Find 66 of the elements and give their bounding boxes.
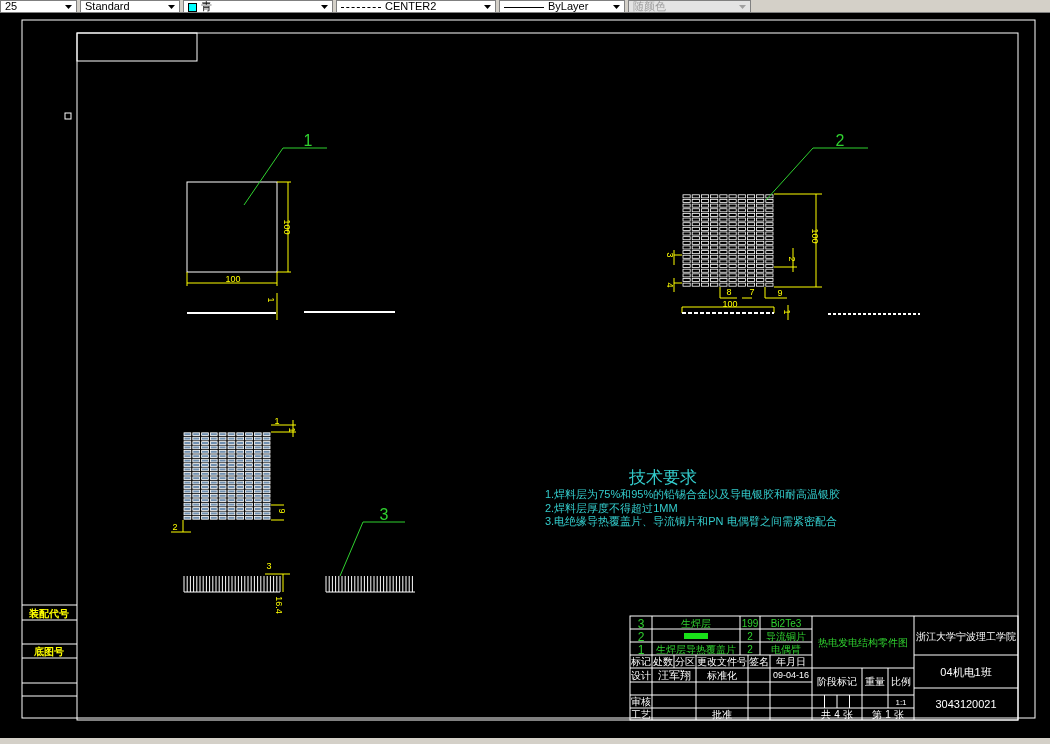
dimension-text: 1 [287, 427, 297, 433]
note-text: 1.焊料层为75%和95%的铅锡合金以及导电银胶和耐高温银胶 [545, 488, 841, 500]
part-number: 3 [379, 506, 389, 523]
dimension-text: 100 [810, 228, 820, 244]
column-heading: 签名 [749, 656, 769, 667]
dimension-text: 9 [777, 288, 783, 298]
dimension-text: 1 [274, 416, 280, 426]
part-number: 1 [303, 132, 313, 149]
part-material: 电偶臂 [771, 643, 801, 655]
dimension-text: 1 [266, 297, 276, 303]
part-material: 导流铜片 [766, 630, 806, 642]
dimension-text: 3 [266, 561, 272, 571]
title-block-text: 批准 [712, 709, 732, 720]
part-quantity: 199 [741, 617, 759, 629]
column-heading: 处数 [653, 656, 673, 667]
dimension-text: 8 [726, 287, 732, 297]
title-block-text: 汪军翔 [657, 669, 691, 681]
title-block-text: 重量 [865, 676, 885, 687]
title-block-text: 第 1 张 [872, 709, 904, 720]
part-row-number: 2 [637, 629, 645, 644]
drawing-title: 热电发电结构零件图 [818, 637, 908, 648]
dimension-text: 100 [282, 219, 292, 235]
notes-heading: 技术要求 [629, 468, 697, 487]
dimension-text: 4 [665, 282, 675, 288]
title-block-text: 标准化 [707, 670, 737, 681]
dimension-text: 100 [225, 274, 241, 284]
toolbar-dropdown[interactable]: Standard [80, 0, 180, 13]
note-text: 3.电绝缘导热覆盖片、导流铜片和PN 电偶臂之间需紧密配合 [545, 515, 837, 527]
title-block-text: 比例 [891, 676, 911, 687]
part-row-number: 1 [637, 642, 645, 657]
dimension-text: 3 [665, 252, 675, 258]
part-row-number: 3 [637, 616, 645, 631]
toolbar-dropdown[interactable]: CENTER2 [336, 0, 496, 13]
part-name: 生焊层 [681, 617, 711, 629]
margin-label: 底图号 [34, 646, 64, 657]
title-block-text: 共 4 张 [821, 709, 853, 720]
toolbar-dropdown[interactable]: ByLayer [499, 0, 625, 13]
part-material: Bi2Te3 [770, 617, 802, 629]
column-heading: 分区 [675, 656, 695, 667]
column-heading: 年月日 [776, 656, 806, 667]
dimension-text: 100 [722, 299, 738, 309]
title-block-text: 工艺 [631, 709, 651, 720]
part-quantity: 2 [747, 630, 753, 642]
column-heading: 更改文件号 [697, 656, 747, 667]
dimension-text: 9 [277, 508, 287, 514]
note-text: 2.焊料层厚度不得超过1MM [545, 501, 678, 514]
dimension-text: 7 [749, 287, 755, 297]
title-block-text: 浙江大学宁波理工学院 [916, 631, 1016, 642]
title-block-text: 审核 [631, 696, 651, 707]
dimension-text: 1 [782, 309, 792, 315]
dimension-text: 16.4 [274, 596, 284, 614]
dimension-text: 2 [172, 522, 178, 532]
dimension-text: 2 [787, 256, 797, 262]
part-quantity: 2 [747, 643, 753, 655]
toolbar-dropdown[interactable]: 25 [0, 0, 77, 13]
title-block-text: 设计 [631, 670, 651, 681]
title-block-text: 09-04-16 [773, 670, 809, 680]
margin-label: 装配代号 [29, 608, 69, 619]
title-block-text: 3043120021 [935, 698, 997, 710]
part-name: 生焊层导热覆盖片 [656, 643, 736, 655]
title-block-text: 1:1 [895, 698, 907, 707]
column-heading: 标记 [631, 656, 651, 667]
title-block-text: 阶段标记 [817, 676, 857, 687]
title-block-text: 04机电1班 [940, 666, 992, 678]
part-number: 2 [835, 132, 845, 149]
toolbar-dropdown[interactable]: 青 [183, 0, 333, 13]
